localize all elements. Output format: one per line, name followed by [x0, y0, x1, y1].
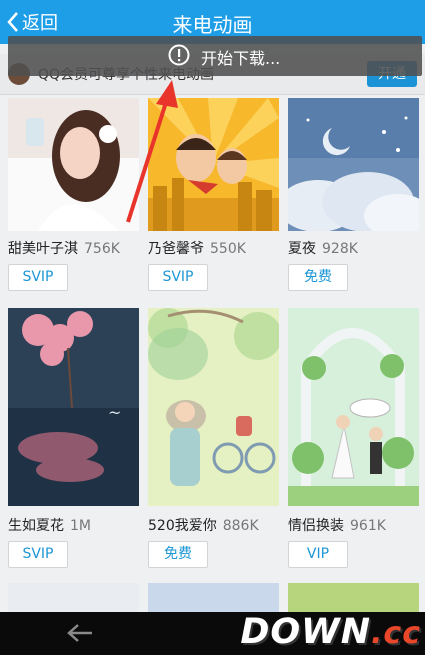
watermark-suffix: .cc [371, 616, 421, 651]
back-arrow-icon[interactable] [66, 622, 94, 644]
watermark-logo: DOWN.cc [240, 612, 421, 655]
annotation-arrow-icon [126, 80, 178, 223]
watermark-main: DOWN [240, 612, 372, 652]
